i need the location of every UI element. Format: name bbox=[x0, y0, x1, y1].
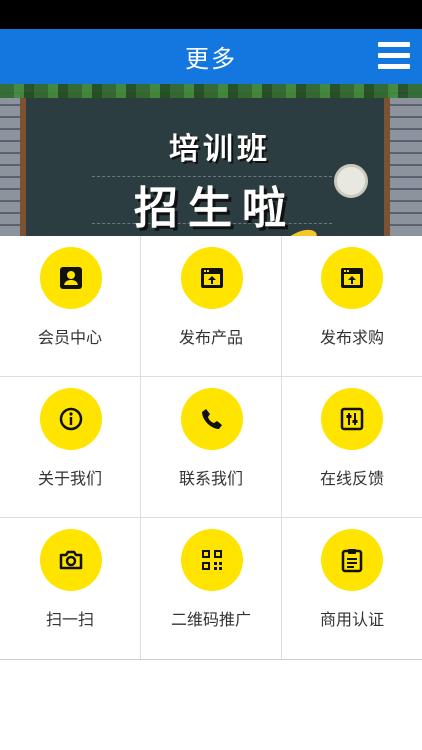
vine-decoration bbox=[0, 84, 422, 98]
menu-item-label: 二维码推广 bbox=[170, 610, 251, 629]
banner-line2: 招生啦 bbox=[134, 183, 296, 234]
menu-item-label: 会员中心 bbox=[37, 328, 102, 347]
menu-item-label: 发布产品 bbox=[178, 328, 243, 347]
promo-banner[interactable]: 培训班 招生啦 bbox=[0, 84, 422, 236]
phone-icon bbox=[181, 388, 243, 450]
info-icon bbox=[40, 388, 102, 450]
menu-item-label: 发布求购 bbox=[319, 328, 384, 347]
menu-item-publish-product[interactable]: 发布产品 bbox=[141, 236, 282, 377]
qrcode-icon bbox=[181, 529, 243, 591]
clipboard-icon bbox=[321, 529, 383, 591]
upload-window-icon bbox=[321, 247, 383, 309]
menu-item-label: 联系我们 bbox=[178, 469, 243, 488]
menu-item-publish-request[interactable]: 发布求购 bbox=[282, 236, 422, 377]
sliders-icon bbox=[321, 388, 383, 450]
member-card-icon bbox=[40, 247, 102, 309]
menu-item-label: 商用认证 bbox=[319, 610, 384, 629]
menu-item-qrcode-promo[interactable]: 二维码推广 bbox=[141, 518, 282, 659]
upload-window-icon bbox=[181, 247, 243, 309]
brick-wall-right bbox=[390, 84, 422, 236]
banner-line1: 培训班 bbox=[169, 132, 271, 167]
menu-item-member-center[interactable]: 会员中心 bbox=[0, 236, 141, 377]
camera-icon bbox=[40, 529, 102, 591]
menu-item-contact-us[interactable]: 联系我们 bbox=[141, 377, 282, 518]
menu-item-business-certification[interactable]: 商用认证 bbox=[282, 518, 422, 659]
menu-item-online-feedback[interactable]: 在线反馈 bbox=[282, 377, 422, 518]
status-bar bbox=[0, 0, 422, 29]
hamburger-menu-icon[interactable] bbox=[378, 42, 410, 72]
menu-item-label: 扫一扫 bbox=[45, 610, 94, 629]
page-title: 更多 bbox=[185, 45, 237, 73]
top-bar: 更多 bbox=[0, 29, 422, 84]
menu-grid: 会员中心 发布产品 发布求购 关于我们 联系我们 在线反馈 扫一扫 二维码推广 … bbox=[0, 236, 422, 660]
menu-item-scan[interactable]: 扫一扫 bbox=[0, 518, 141, 659]
menu-item-about-us[interactable]: 关于我们 bbox=[0, 377, 141, 518]
menu-item-label: 关于我们 bbox=[37, 469, 102, 488]
menu-item-label: 在线反馈 bbox=[319, 469, 384, 488]
